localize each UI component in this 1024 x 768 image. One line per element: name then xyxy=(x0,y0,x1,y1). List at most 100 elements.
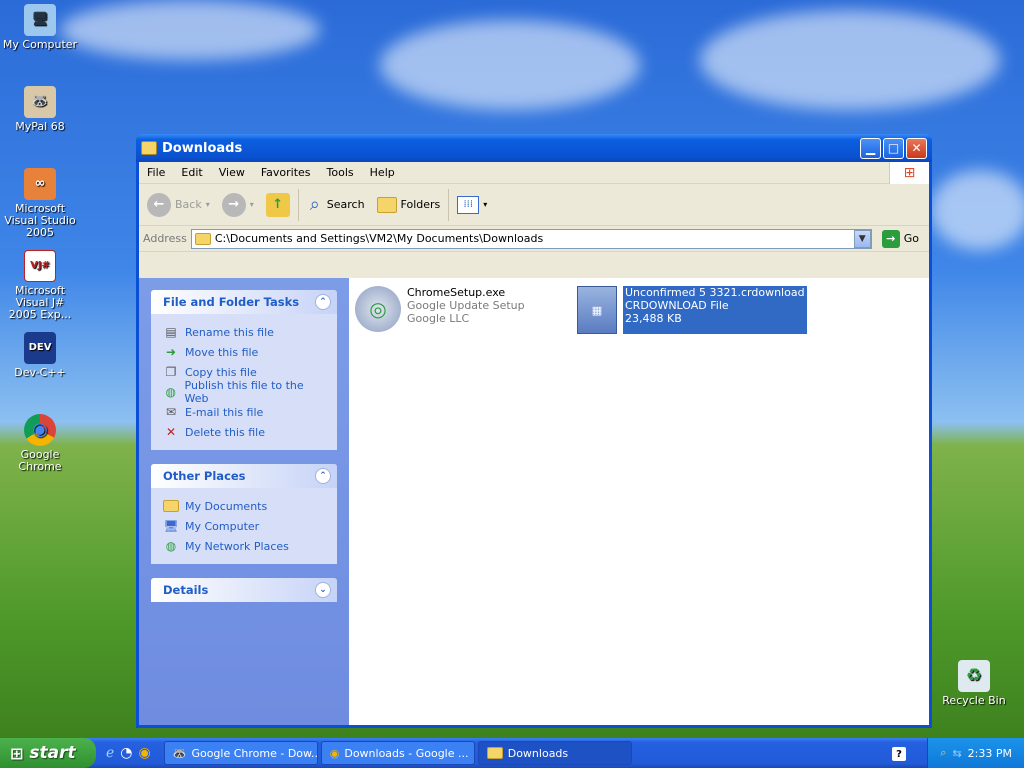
desktop-icon-label: Google Chrome xyxy=(18,448,62,473)
desktop-icon-visual-studio[interactable]: ∞ Microsoft Visual Studio 2005 xyxy=(0,168,80,239)
taskbar-item-chrome-downloads[interactable]: 🦝 Google Chrome - Dow... xyxy=(163,741,318,765)
desktop-icon-label: Recycle Bin xyxy=(942,694,1006,707)
internet-explorer-icon[interactable]: ℯ xyxy=(106,745,114,761)
views-icon: ⁞⁞⁞ xyxy=(457,195,480,214)
file-item-chromesetup[interactable]: ◎ ChromeSetup.exe Google Update Setup Go… xyxy=(355,286,525,332)
task-label: Rename this file xyxy=(185,325,274,339)
task-delete[interactable]: ✕ Delete this file xyxy=(163,422,327,442)
visual-studio-icon: ∞ xyxy=(24,168,56,200)
taskbar-item-downloads[interactable]: Downloads xyxy=(477,741,632,765)
jsharp-icon: VJ# xyxy=(24,250,56,282)
task-label: Google Chrome - Dow... xyxy=(191,746,318,760)
menu-favorites[interactable]: Favorites xyxy=(253,166,319,179)
address-input[interactable]: C:\Documents and Settings\VM2\My Documen… xyxy=(190,228,872,249)
network-icon: ◍ xyxy=(165,539,177,553)
network-tray-icon[interactable]: ⇆ xyxy=(952,747,961,760)
search-tray-icon[interactable]: ⌕ xyxy=(940,746,946,760)
menu-file[interactable]: File xyxy=(139,166,173,179)
other-places-panel: Other Places ⌃ My Documents 🖥 My Computer… xyxy=(151,464,337,564)
folder-icon xyxy=(194,232,211,245)
toolbar-separator xyxy=(297,188,299,221)
forward-button[interactable]: → ▾ xyxy=(218,188,258,222)
go-button[interactable]: → Go xyxy=(876,229,925,248)
maximize-button[interactable]: □ xyxy=(883,137,904,159)
file-type: Google Update Setup xyxy=(407,299,525,312)
place-label: My Documents xyxy=(185,499,268,513)
search-label: Search xyxy=(326,198,365,211)
clock: 2:33 PM xyxy=(967,746,1012,760)
file-name: Unconfirmed 5 3321.crdownload xyxy=(625,286,805,299)
desktop-icon-visual-jsharp[interactable]: VJ# Microsoft Visual J# 2005 Exp... xyxy=(0,250,80,321)
delete-icon: ✕ xyxy=(165,425,177,439)
task-label: Delete this file xyxy=(185,425,265,439)
globe-icon: ◍ xyxy=(165,385,177,399)
place-my-documents[interactable]: My Documents xyxy=(163,496,327,516)
task-email[interactable]: ✉ E-mail this file xyxy=(163,402,327,422)
desktop-icon-google-chrome[interactable]: ◉ Google Chrome xyxy=(0,414,80,473)
place-my-network-places[interactable]: ◍ My Network Places xyxy=(163,536,327,556)
desktop-icon-label: MyPal 68 xyxy=(15,120,65,133)
desktop-icon-dev-cpp[interactable]: DEV Dev-C++ xyxy=(0,332,80,379)
menu-bar: File Edit View Favorites Tools Help ⊞ xyxy=(139,162,929,184)
title-bar[interactable]: Downloads ▁ □ ✕ xyxy=(136,134,932,162)
views-button[interactable]: ⁞⁞⁞ ▾ xyxy=(453,188,491,222)
toolbar: ← Back ▾ → ▾ ↑ ⌕ Search Folders ⁞⁞⁞ ▾ xyxy=(139,184,929,226)
chevron-down-icon[interactable]: ▼ xyxy=(853,229,871,248)
panel-title: File and Folder Tasks xyxy=(163,295,300,309)
recycle-bin-icon: ♻ xyxy=(958,660,990,692)
menu-tools[interactable]: Tools xyxy=(319,166,362,179)
collapse-icon[interactable]: ⌃ xyxy=(315,468,331,484)
close-button[interactable]: ✕ xyxy=(906,137,927,159)
folder-icon xyxy=(141,141,157,155)
task-rename[interactable]: ▤ Rename this file xyxy=(163,322,327,342)
go-arrow-icon: → xyxy=(881,229,900,248)
task-publish[interactable]: ◍ Publish this file to the Web xyxy=(163,379,327,405)
computer-icon: 🖥 xyxy=(24,4,56,36)
expand-icon[interactable]: ⌄ xyxy=(315,582,331,598)
folders-button[interactable]: Folders xyxy=(373,188,445,222)
menu-edit[interactable]: Edit xyxy=(173,166,210,179)
menu-view[interactable]: View xyxy=(211,166,253,179)
desktop-icon-label: Microsoft Visual J# 2005 Exp... xyxy=(8,284,72,321)
place-my-computer[interactable]: 🖥 My Computer xyxy=(163,516,327,536)
task-label: Downloads - Google ... xyxy=(344,746,469,760)
help-icon[interactable]: ? xyxy=(892,747,906,761)
up-folder-icon: ↑ xyxy=(265,192,290,217)
file-company: Google LLC xyxy=(407,312,470,325)
file-list[interactable]: ◎ ChromeSetup.exe Google Update Setup Go… xyxy=(349,278,929,725)
panel-header[interactable]: File and Folder Tasks ⌃ xyxy=(151,290,337,314)
collapse-icon[interactable]: ⌃ xyxy=(315,294,331,310)
back-arrow-icon: ← xyxy=(147,192,171,217)
minimize-button[interactable]: ▁ xyxy=(860,137,881,159)
address-bar: Address C:\Documents and Settings\VM2\My… xyxy=(139,226,929,252)
panel-header[interactable]: Other Places ⌃ xyxy=(151,464,337,488)
task-label: Publish this file to the Web xyxy=(184,379,304,405)
chrome-icon[interactable]: ◉ xyxy=(139,745,151,761)
start-button[interactable]: ⊞ start xyxy=(0,738,96,768)
desktop-icon-my-computer[interactable]: 🖥 My Computer xyxy=(0,4,80,51)
file-size: 23,488 KB xyxy=(625,312,682,325)
desktop-icon-label: My Computer xyxy=(2,38,78,51)
task-pane: File and Folder Tasks ⌃ ▤ Rename this fil… xyxy=(139,278,349,725)
panel-title: Details xyxy=(163,583,209,597)
task-move[interactable]: ➜ Move this file xyxy=(163,342,327,362)
desktop-icon-label: Microsoft Visual Studio 2005 xyxy=(4,202,76,239)
explorer-window: Downloads ▁ □ ✕ File Edit View Favorites… xyxy=(136,134,932,728)
email-icon: ✉ xyxy=(165,405,177,419)
desktop-icon-mypal[interactable]: 🦝 MyPal 68 xyxy=(0,86,80,133)
panel-header[interactable]: Details ⌄ xyxy=(151,578,337,602)
search-button[interactable]: ⌕ Search xyxy=(303,188,369,222)
chrome-icon: ◉ xyxy=(24,414,56,446)
file-item-crdownload[interactable]: ▦ Unconfirmed 5 3321.crdownload CRDOWNLO… xyxy=(577,286,807,334)
folders-icon xyxy=(376,196,397,213)
start-label: start xyxy=(29,743,76,763)
taskbar-item-downloads-google[interactable]: ◉ Downloads - Google ... xyxy=(320,741,475,765)
back-button[interactable]: ← Back ▾ xyxy=(143,188,214,222)
system-tray: ⌕ ⇆ 2:33 PM xyxy=(927,738,1024,768)
explorer-icon[interactable]: ◔ xyxy=(120,745,132,761)
up-folder-button[interactable]: ↑ xyxy=(262,188,294,222)
windows-flag-icon: ⊞ xyxy=(10,743,24,763)
file-type: CRDOWNLOAD File xyxy=(625,299,729,312)
desktop-icon-recycle-bin[interactable]: ♻ Recycle Bin xyxy=(934,660,1014,707)
menu-help[interactable]: Help xyxy=(362,166,403,179)
